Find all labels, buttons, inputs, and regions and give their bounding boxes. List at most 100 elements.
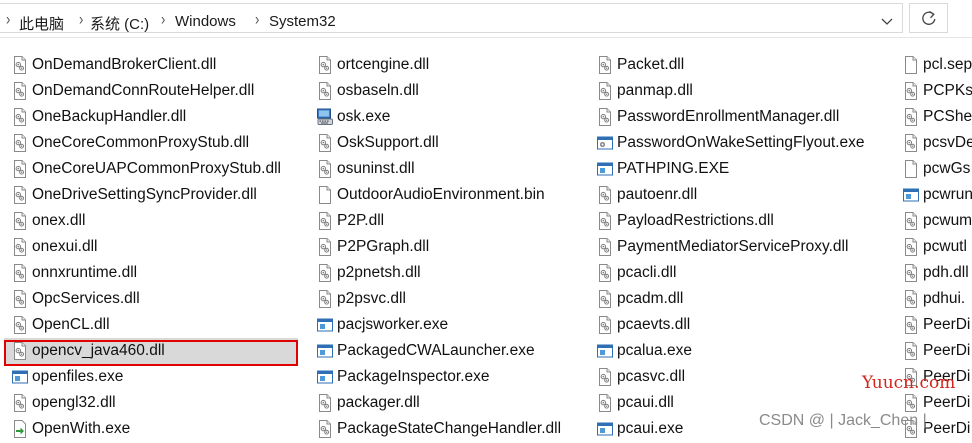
- dll-file-icon: [903, 342, 919, 360]
- file-item[interactable]: ortcengine.dll: [305, 52, 429, 78]
- dll-file-icon: [903, 316, 919, 334]
- file-name: OneCoreUAPCommonProxyStub.dll: [32, 160, 281, 177]
- file-name: OutdoorAudioEnvironment.bin: [337, 186, 545, 203]
- file-item[interactable]: OpenWith.exe: [0, 416, 130, 442]
- chevron-right-icon[interactable]: ›: [79, 9, 83, 29]
- file-item[interactable]: PCShel: [891, 104, 972, 130]
- file-item[interactable]: pcacli.dll: [585, 260, 676, 286]
- address-history-dropdown[interactable]: [877, 13, 897, 31]
- dll-file-icon: [903, 82, 919, 100]
- breadcrumb-system-c[interactable]: 系统 (C:): [90, 13, 149, 34]
- file-item[interactable]: PCPKsp: [891, 78, 972, 104]
- file-item[interactable]: Packet.dll: [585, 52, 684, 78]
- blank-file-icon: [903, 56, 919, 74]
- file-item[interactable]: OnDemandConnRouteHelper.dll: [0, 78, 254, 104]
- dll-file-icon: [597, 212, 613, 230]
- file-item[interactable]: pcwum: [891, 208, 972, 234]
- file-item[interactable]: pcl.sep: [891, 52, 972, 78]
- file-item[interactable]: PackageInspector.exe: [305, 364, 490, 390]
- file-name: opengl32.dll: [32, 394, 116, 411]
- dll-file-icon: [597, 186, 613, 204]
- file-item[interactable]: OneBackupHandler.dll: [0, 104, 186, 130]
- file-item[interactable]: opengl32.dll: [0, 390, 116, 416]
- file-name: PayloadRestrictions.dll: [617, 212, 774, 229]
- file-item[interactable]: PATHPING.EXE: [585, 156, 729, 182]
- dll-file-icon: [317, 290, 333, 308]
- file-item[interactable]: osk.exe: [305, 104, 390, 130]
- file-item[interactable]: P2PGraph.dll: [305, 234, 429, 260]
- dll-file-icon: [12, 56, 28, 74]
- file-item[interactable]: p2pnetsh.dll: [305, 260, 421, 286]
- address-box[interactable]: › 此电脑 › 系统 (C:) › Windows › System32: [0, 3, 903, 33]
- file-item[interactable]: PasswordOnWakeSettingFlyout.exe: [585, 130, 865, 156]
- dll-file-icon: [317, 264, 333, 282]
- exe-window-icon: [597, 342, 613, 360]
- file-item[interactable]: osbaseln.dll: [305, 78, 419, 104]
- file-item[interactable]: PayloadRestrictions.dll: [585, 208, 774, 234]
- file-name: OneDriveSettingSyncProvider.dll: [32, 186, 257, 203]
- file-item[interactable]: onnxruntime.dll: [0, 260, 137, 286]
- file-name: packager.dll: [337, 394, 420, 411]
- file-item[interactable]: pcwGs: [891, 156, 970, 182]
- dll-file-icon: [12, 316, 28, 334]
- file-item[interactable]: osuninst.dll: [305, 156, 415, 182]
- breadcrumb-windows[interactable]: Windows: [175, 13, 236, 30]
- file-item[interactable]: OpcServices.dll: [0, 286, 140, 312]
- file-item[interactable]: OpenCL.dll: [0, 312, 110, 338]
- chevron-right-icon[interactable]: ›: [161, 9, 165, 29]
- file-item[interactable]: pacjsworker.exe: [305, 312, 448, 338]
- exe-window-icon: [317, 368, 333, 386]
- dll-file-icon: [12, 160, 28, 178]
- file-item[interactable]: OneDriveSettingSyncProvider.dll: [0, 182, 257, 208]
- file-item[interactable]: pcsvDe: [891, 130, 972, 156]
- breadcrumb-system32[interactable]: System32: [269, 13, 336, 30]
- file-item[interactable]: packager.dll: [305, 390, 420, 416]
- file-item[interactable]: PasswordEnrollmentManager.dll: [585, 104, 839, 130]
- file-name: osk.exe: [337, 108, 391, 125]
- file-item[interactable]: pcwrun: [891, 182, 972, 208]
- file-item[interactable]: OutdoorAudioEnvironment.bin: [305, 182, 545, 208]
- refresh-button[interactable]: [909, 3, 948, 33]
- file-item[interactable]: OneCoreUAPCommonProxyStub.dll: [0, 156, 281, 182]
- file-item[interactable]: pcalua.exe: [585, 338, 692, 364]
- file-item[interactable]: pcwutl: [891, 234, 967, 260]
- file-name: osbaseln.dll: [337, 82, 419, 99]
- file-item[interactable]: PackageStateChangeHandler.dll: [305, 416, 561, 442]
- chevron-right-icon[interactable]: ›: [255, 9, 259, 29]
- file-item[interactable]: pcaui.dll: [585, 390, 674, 416]
- file-item[interactable]: pcaui.exe: [585, 416, 683, 442]
- dll-file-icon: [903, 420, 919, 438]
- file-item[interactable]: PackagedCWALauncher.exe: [305, 338, 535, 364]
- file-item[interactable]: PeerDi: [891, 312, 970, 338]
- file-item[interactable]: pcadm.dll: [585, 286, 683, 312]
- file-item[interactable]: pdh.dll: [891, 260, 969, 286]
- file-item[interactable]: OnDemandBrokerClient.dll: [0, 52, 216, 78]
- file-item[interactable]: p2psvc.dll: [305, 286, 406, 312]
- file-item[interactable]: pcasvc.dll: [585, 364, 685, 390]
- file-item[interactable]: openfiles.exe: [0, 364, 123, 390]
- dll-file-icon: [903, 394, 919, 412]
- file-item[interactable]: OskSupport.dll: [305, 130, 439, 156]
- chevron-right-icon[interactable]: ›: [6, 9, 10, 29]
- file-item[interactable]: OneCoreCommonProxyStub.dll: [0, 130, 249, 156]
- selection-highlight-box: [4, 340, 298, 366]
- dll-file-icon: [903, 368, 919, 386]
- file-name: ortcengine.dll: [337, 56, 430, 73]
- dll-file-icon: [12, 186, 28, 204]
- file-item[interactable]: panmap.dll: [585, 78, 693, 104]
- file-item[interactable]: pautoenr.dll: [585, 182, 697, 208]
- file-name: onex.dll: [32, 212, 86, 229]
- file-item[interactable]: P2P.dll: [305, 208, 384, 234]
- breadcrumb-this-pc[interactable]: 此电脑: [19, 13, 64, 34]
- file-item[interactable]: onexui.dll: [0, 234, 98, 260]
- file-item[interactable]: PeerDi: [891, 364, 970, 390]
- file-item[interactable]: PeerDi: [891, 390, 970, 416]
- file-item[interactable]: pcaevts.dll: [585, 312, 690, 338]
- file-item[interactable]: onex.dll: [0, 208, 85, 234]
- dll-file-icon: [597, 56, 613, 74]
- file-item[interactable]: pdhui.: [891, 286, 965, 312]
- dll-file-icon: [903, 264, 919, 282]
- file-item[interactable]: PeerDi: [891, 416, 970, 442]
- file-item[interactable]: PeerDi: [891, 338, 970, 364]
- file-item[interactable]: PaymentMediatorServiceProxy.dll: [585, 234, 848, 260]
